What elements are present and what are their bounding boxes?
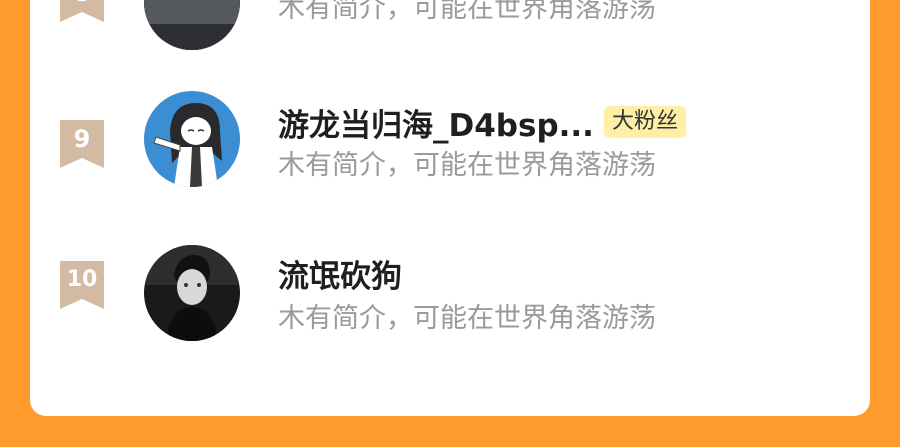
user-avatar[interactable] <box>144 245 240 341</box>
rank-ribbon-badge: 10 <box>60 261 104 309</box>
rank-ribbon-badge: 9 <box>60 120 104 168</box>
rank-number: 8 <box>60 0 104 8</box>
user-avatar[interactable] <box>144 0 240 50</box>
user-bio: 木有简介，可能在世界角落游荡 <box>278 150 656 181</box>
ranking-row-9[interactable]: 9 游龙当归海_D4bsp... 大粉丝 木有简介，可能在世界角落游荡 <box>30 91 870 216</box>
username-line: 游龙当归海_D4bsp... 大粉丝 <box>278 100 686 145</box>
username-line: 流氓砍狗 <box>278 251 402 296</box>
fan-ranking-card: 8 木有简介，可能在世界角落游荡 9 <box>30 0 870 416</box>
username[interactable]: 流氓砍狗 <box>278 251 402 296</box>
rank-ribbon-badge: 8 <box>60 0 104 22</box>
big-fan-badge: 大粉丝 <box>603 106 686 138</box>
user-bio: 木有简介，可能在世界角落游荡 <box>278 0 656 24</box>
ranking-row-8[interactable]: 8 木有简介，可能在世界角落游荡 <box>30 0 870 64</box>
username[interactable]: 游龙当归海_D4bsp... <box>278 100 594 145</box>
user-avatar[interactable] <box>144 91 240 187</box>
rank-number: 10 <box>66 267 98 292</box>
user-bio: 木有简介，可能在世界角落游荡 <box>278 303 656 334</box>
rank-number: 9 <box>73 125 91 153</box>
ranking-row-10[interactable]: 10 流氓砍狗 木有简介，可能在世界角落游荡 <box>30 245 870 357</box>
